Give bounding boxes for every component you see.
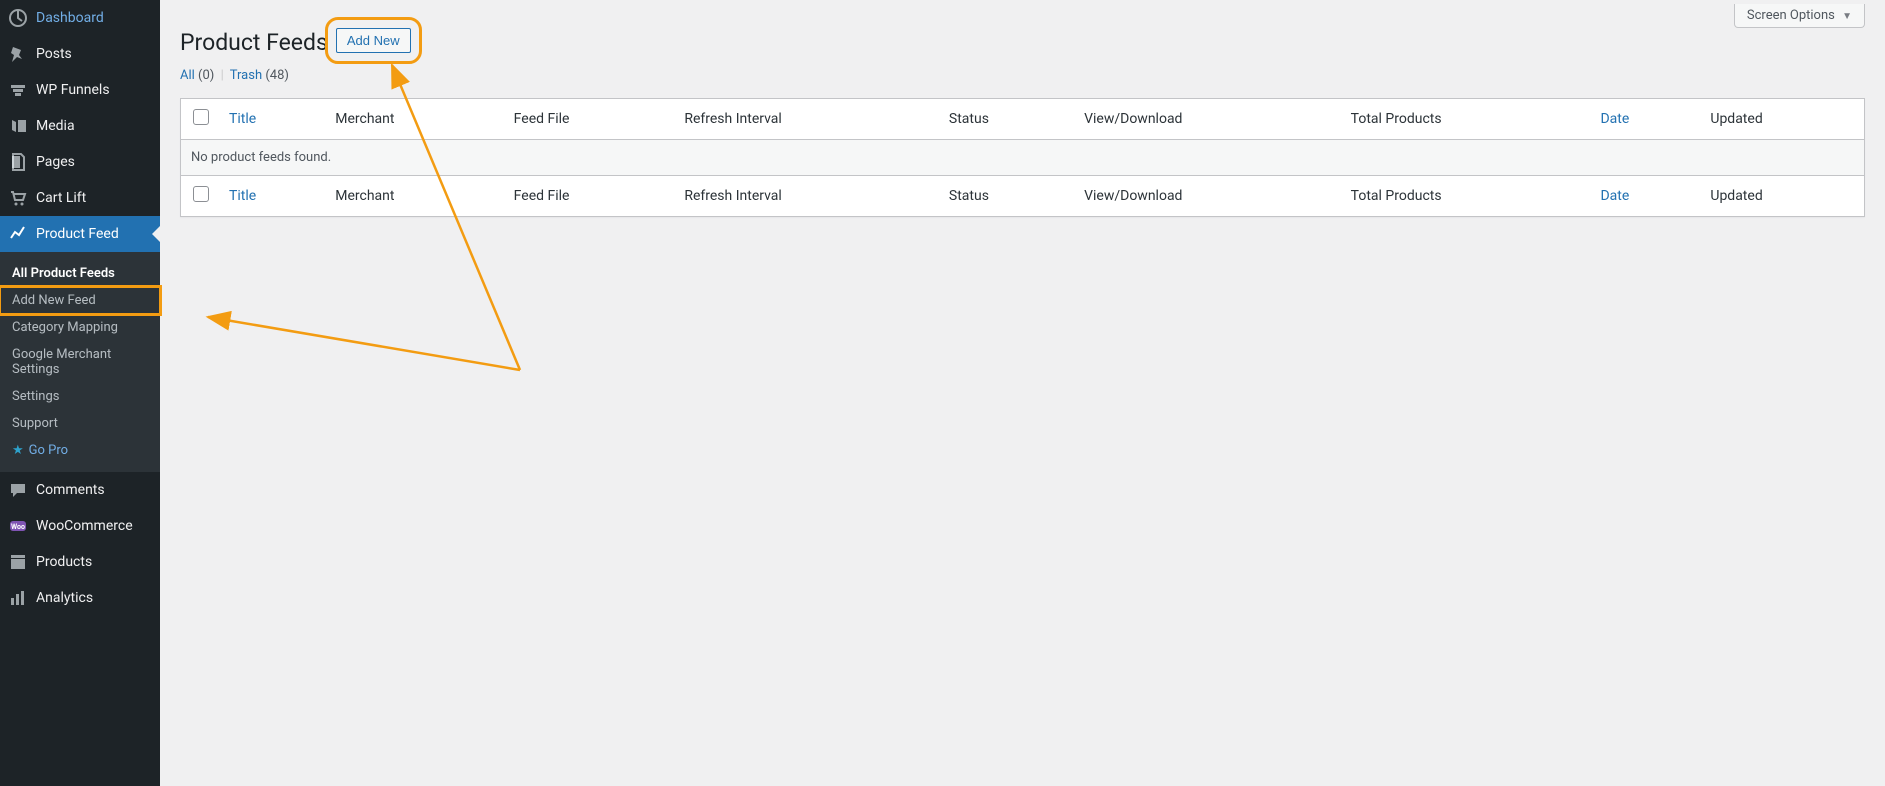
add-new-button[interactable]: Add New xyxy=(336,28,411,53)
page-icon xyxy=(8,152,28,172)
col-feedfile-footer: Feed File xyxy=(504,176,675,217)
sidebar-item-productfeed[interactable]: Product Feed xyxy=(0,216,160,252)
cart-icon xyxy=(8,188,28,208)
col-refresh-footer: Refresh Interval xyxy=(674,176,939,217)
sidebar-item-pages[interactable]: Pages xyxy=(0,144,160,180)
screen-options-button[interactable]: Screen Options ▼ xyxy=(1734,4,1865,28)
analytics-icon xyxy=(8,588,28,608)
sidebar-item-label: Media xyxy=(36,118,75,134)
product-feeds-table: Title Merchant Feed File Refresh Interva… xyxy=(180,98,1865,217)
subsubsub-filter: All (0) | Trash (48) xyxy=(180,68,1865,83)
submenu-item-add-new-feed[interactable]: Add New Feed xyxy=(0,287,160,314)
col-updated: Updated xyxy=(1700,99,1864,140)
col-feedfile: Feed File xyxy=(504,99,675,140)
sidebar-item-posts[interactable]: Posts xyxy=(0,36,160,72)
sidebar-item-label: Pages xyxy=(36,154,75,170)
sidebar-item-label: Products xyxy=(36,554,92,570)
col-view-footer: View/Download xyxy=(1074,176,1341,217)
sidebar-item-label: Dashboard xyxy=(36,10,104,26)
col-refresh: Refresh Interval xyxy=(674,99,939,140)
submenu-item-gopro[interactable]: ★ Go Pro xyxy=(0,437,160,464)
submenu-item-google-merchant[interactable]: Google Merchant Settings xyxy=(0,341,160,383)
sidebar-item-label: Posts xyxy=(36,46,72,62)
sidebar-item-cartlift[interactable]: Cart Lift xyxy=(0,180,160,216)
sidebar-item-woocommerce[interactable]: Woo WooCommerce xyxy=(0,508,160,544)
admin-sidebar: Dashboard Posts WP Funnels Media Pages C… xyxy=(0,0,160,786)
sidebar-item-label: Comments xyxy=(36,482,105,498)
svg-text:Woo: Woo xyxy=(11,523,25,531)
col-view: View/Download xyxy=(1074,99,1341,140)
select-all-checkbox-footer[interactable] xyxy=(193,186,209,202)
col-merchant-footer: Merchant xyxy=(325,176,503,217)
sidebar-item-label: WP Funnels xyxy=(36,82,110,98)
chevron-down-icon: ▼ xyxy=(1842,11,1852,22)
separator: | xyxy=(221,68,224,83)
submenu-item-category-mapping[interactable]: Category Mapping xyxy=(0,314,160,341)
sidebar-item-products[interactable]: Products xyxy=(0,544,160,580)
submenu-item-label: Go Pro xyxy=(29,443,68,458)
sidebar-item-label: Cart Lift xyxy=(36,190,86,206)
submenu-item-all-feeds[interactable]: All Product Feeds xyxy=(0,260,160,287)
col-updated-footer: Updated xyxy=(1700,176,1864,217)
star-icon: ★ xyxy=(12,443,24,458)
dashboard-icon xyxy=(8,8,28,28)
filter-trash-count: (48) xyxy=(265,68,289,83)
sidebar-submenu: All Product Feeds Add New Feed Category … xyxy=(0,252,160,472)
col-date-footer[interactable]: Date xyxy=(1590,176,1700,217)
products-icon xyxy=(8,552,28,572)
woo-icon: Woo xyxy=(8,516,28,536)
sidebar-item-wpfunnels[interactable]: WP Funnels xyxy=(0,72,160,108)
sidebar-item-dashboard[interactable]: Dashboard xyxy=(0,0,160,36)
col-title[interactable]: Title xyxy=(219,99,325,140)
sidebar-item-comments[interactable]: Comments xyxy=(0,472,160,508)
submenu-item-settings[interactable]: Settings xyxy=(0,383,160,410)
page-title: Product Feeds xyxy=(180,20,328,60)
sidebar-item-media[interactable]: Media xyxy=(0,108,160,144)
col-date[interactable]: Date xyxy=(1590,99,1700,140)
chart-icon xyxy=(8,224,28,244)
table-empty-row: No product feeds found. xyxy=(181,140,1865,176)
filter-trash-link[interactable]: Trash xyxy=(230,68,262,83)
col-title-footer[interactable]: Title xyxy=(219,176,325,217)
col-status-footer: Status xyxy=(939,176,1074,217)
empty-message: No product feeds found. xyxy=(181,140,1865,176)
col-status: Status xyxy=(939,99,1074,140)
comment-icon xyxy=(8,480,28,500)
submenu-item-support[interactable]: Support xyxy=(0,410,160,437)
col-merchant: Merchant xyxy=(325,99,503,140)
pin-icon xyxy=(8,44,28,64)
sidebar-item-label: Product Feed xyxy=(36,226,119,242)
filter-all-count: (0) xyxy=(198,68,214,83)
sidebar-item-analytics[interactable]: Analytics xyxy=(0,580,160,616)
media-icon xyxy=(8,116,28,136)
select-all-checkbox[interactable] xyxy=(193,109,209,125)
main-content: Screen Options ▼ Product Feeds Add New A… xyxy=(160,0,1885,786)
funnel-icon xyxy=(8,80,28,100)
screen-options-label: Screen Options xyxy=(1747,8,1835,23)
filter-all-link[interactable]: All xyxy=(180,68,195,83)
col-total-footer: Total Products xyxy=(1341,176,1591,217)
col-total: Total Products xyxy=(1341,99,1591,140)
sidebar-item-label: WooCommerce xyxy=(36,518,133,534)
sidebar-item-label: Analytics xyxy=(36,590,93,606)
